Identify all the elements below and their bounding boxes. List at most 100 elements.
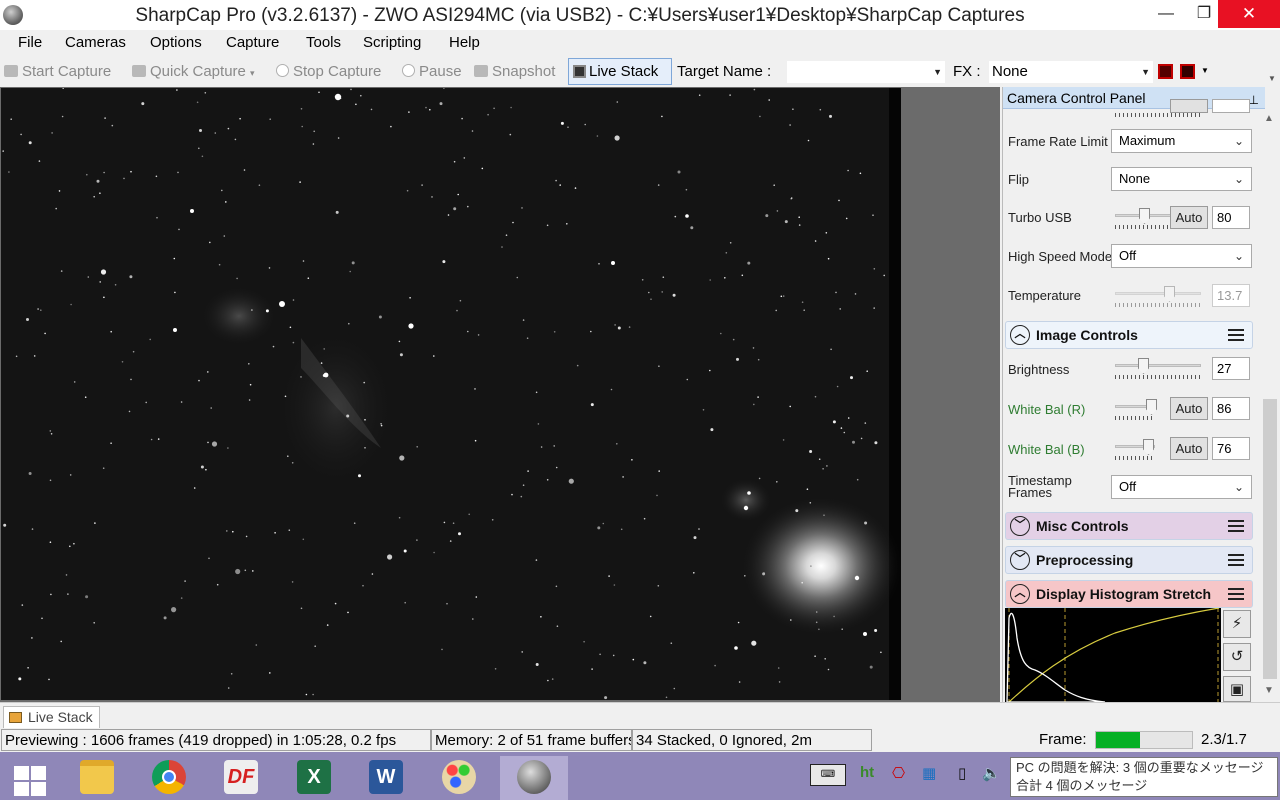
histogram-display[interactable] xyxy=(1005,608,1221,702)
hamburger-menu-icon[interactable] xyxy=(1228,554,1244,566)
volume-icon[interactable]: 🔈 xyxy=(982,764,1001,782)
taskbar-deepskystacker[interactable]: DF xyxy=(210,756,272,800)
expand-icon[interactable]: ﹀ xyxy=(1010,550,1030,570)
toolbar-overflow-icon[interactable]: ▼ xyxy=(1268,74,1276,83)
flip-select[interactable]: None ⌄ xyxy=(1111,167,1252,191)
battery-icon[interactable]: ▯ xyxy=(958,764,966,782)
taskbar-sharpcap[interactable] xyxy=(500,756,568,800)
reticule-icon[interactable] xyxy=(1158,64,1173,79)
star xyxy=(537,423,540,425)
white-bal-b-auto-button[interactable]: Auto xyxy=(1170,437,1208,460)
taskbar-word[interactable]: W xyxy=(355,756,417,800)
brightness-label: Brightness xyxy=(1008,362,1070,377)
menu-capture[interactable]: Capture xyxy=(226,34,279,51)
status-bar: Previewing : 1606 frames (419 dropped) i… xyxy=(0,728,1280,752)
toolbar: Start Capture Quick Capture ▾ Stop Captu… xyxy=(0,57,1280,87)
white-bal-r-auto-button[interactable]: Auto xyxy=(1170,397,1208,420)
keyboard-icon[interactable]: ⌨ xyxy=(810,764,846,786)
fx-combo[interactable]: None ▼ xyxy=(989,61,1153,83)
pin-icon[interactable]: ⊥ xyxy=(1249,89,1259,111)
hamburger-menu-icon[interactable] xyxy=(1228,588,1244,600)
snapshot-button[interactable]: Snapshot xyxy=(474,63,555,80)
star xyxy=(177,171,179,174)
star xyxy=(326,624,329,626)
star xyxy=(300,108,303,110)
white-bal-b-value[interactable]: 76 xyxy=(1212,437,1250,460)
overlay-dropdown-icon[interactable]: ▼ xyxy=(1201,66,1209,75)
scrollbar-thumb[interactable] xyxy=(1263,399,1277,679)
preprocessing-header[interactable]: ﹀ Preprocessing xyxy=(1005,546,1253,574)
high-speed-mode-select[interactable]: Off ⌄ xyxy=(1111,244,1252,268)
stop-capture-button[interactable]: Stop Capture xyxy=(276,63,381,80)
collapse-icon[interactable]: ︿ xyxy=(1010,325,1030,345)
star xyxy=(399,353,403,357)
star xyxy=(792,108,794,110)
menu-tools[interactable]: Tools xyxy=(306,34,341,51)
star xyxy=(300,376,302,378)
taskbar-excel[interactable]: X xyxy=(283,756,345,800)
misc-controls-header[interactable]: ﹀ Misc Controls xyxy=(1005,512,1253,540)
brightness-slider[interactable] xyxy=(1115,358,1201,379)
tab-live-stack[interactable]: Live Stack xyxy=(3,706,100,728)
partial-value-box[interactable] xyxy=(1212,99,1250,113)
menu-cameras[interactable]: Cameras xyxy=(65,34,126,51)
display-histogram-stretch-header[interactable]: ︿ Display Histogram Stretch xyxy=(1005,580,1253,608)
menu-file[interactable]: File xyxy=(18,34,42,51)
network-status-icon[interactable]: ▦ xyxy=(922,764,936,782)
close-button[interactable]: ✕ xyxy=(1218,0,1280,28)
start-button[interactable] xyxy=(0,756,62,800)
star xyxy=(686,378,689,381)
target-name-combo[interactable]: ▼ xyxy=(787,61,945,83)
taskbar-chrome[interactable] xyxy=(138,756,200,800)
star xyxy=(335,210,339,214)
menu-help[interactable]: Help xyxy=(449,34,480,51)
star xyxy=(50,433,53,435)
star xyxy=(553,445,555,447)
hamburger-menu-icon[interactable] xyxy=(1228,329,1244,341)
star xyxy=(248,399,251,401)
taskbar-paint[interactable] xyxy=(428,756,490,800)
image-controls-header[interactable]: ︿ Image Controls xyxy=(1005,321,1253,349)
star xyxy=(129,275,133,279)
white-bal-r-value[interactable]: 86 xyxy=(1212,397,1250,420)
pause-button[interactable]: Pause xyxy=(402,63,462,80)
star xyxy=(205,468,207,471)
star xyxy=(334,602,337,605)
reset-icon[interactable]: ↺ xyxy=(1223,643,1251,671)
focus-assist-icon[interactable] xyxy=(1180,64,1195,79)
live-stack-icon xyxy=(9,712,22,723)
preview-image[interactable] xyxy=(1,88,901,700)
star xyxy=(269,672,271,674)
star xyxy=(102,467,105,470)
action-center-notification[interactable]: PC の問題を解決: 3 個の重要なメッセージ 合計 4 個のメッセージ xyxy=(1010,757,1278,797)
star xyxy=(110,330,112,333)
expand-icon[interactable]: ﹀ xyxy=(1010,516,1030,536)
panel-scrollbar[interactable]: ▲ ▼ xyxy=(1260,109,1280,702)
menu-options[interactable]: Options xyxy=(150,34,202,51)
scroll-up-icon[interactable]: ▲ xyxy=(1264,113,1274,124)
hamburger-menu-icon[interactable] xyxy=(1228,520,1244,532)
star xyxy=(209,241,211,244)
frame-rate-limit-select[interactable]: Maximum ⌄ xyxy=(1111,129,1252,153)
star xyxy=(790,197,793,199)
scroll-down-icon[interactable]: ▼ xyxy=(1264,685,1274,696)
star xyxy=(710,428,714,432)
brightness-value[interactable]: 27 xyxy=(1212,357,1250,380)
start-capture-button[interactable]: Start Capture xyxy=(4,63,111,80)
star xyxy=(596,135,599,137)
quick-capture-button[interactable]: Quick Capture ▾ xyxy=(132,63,255,80)
collapse-icon[interactable]: ︿ xyxy=(1010,584,1030,604)
image-viewport[interactable] xyxy=(0,87,1000,702)
menu-scripting[interactable]: Scripting xyxy=(363,34,421,51)
timestamp-frames-select[interactable]: Off ⌄ xyxy=(1111,475,1252,499)
star xyxy=(522,319,525,321)
save-icon[interactable]: ▣ xyxy=(1223,676,1251,702)
partial-auto-button[interactable] xyxy=(1170,99,1208,113)
turbo-usb-value[interactable]: 80 xyxy=(1212,206,1250,229)
lightning-icon[interactable]: ⚡ xyxy=(1223,610,1251,638)
taskbar-file-explorer[interactable] xyxy=(66,756,128,800)
turbo-usb-auto-button[interactable]: Auto xyxy=(1170,206,1208,229)
acrobat-icon[interactable]: ⎔ xyxy=(892,764,905,782)
tray-app-icon[interactable]: ht xyxy=(860,764,874,781)
live-stack-button[interactable]: Live Stack xyxy=(568,58,672,85)
